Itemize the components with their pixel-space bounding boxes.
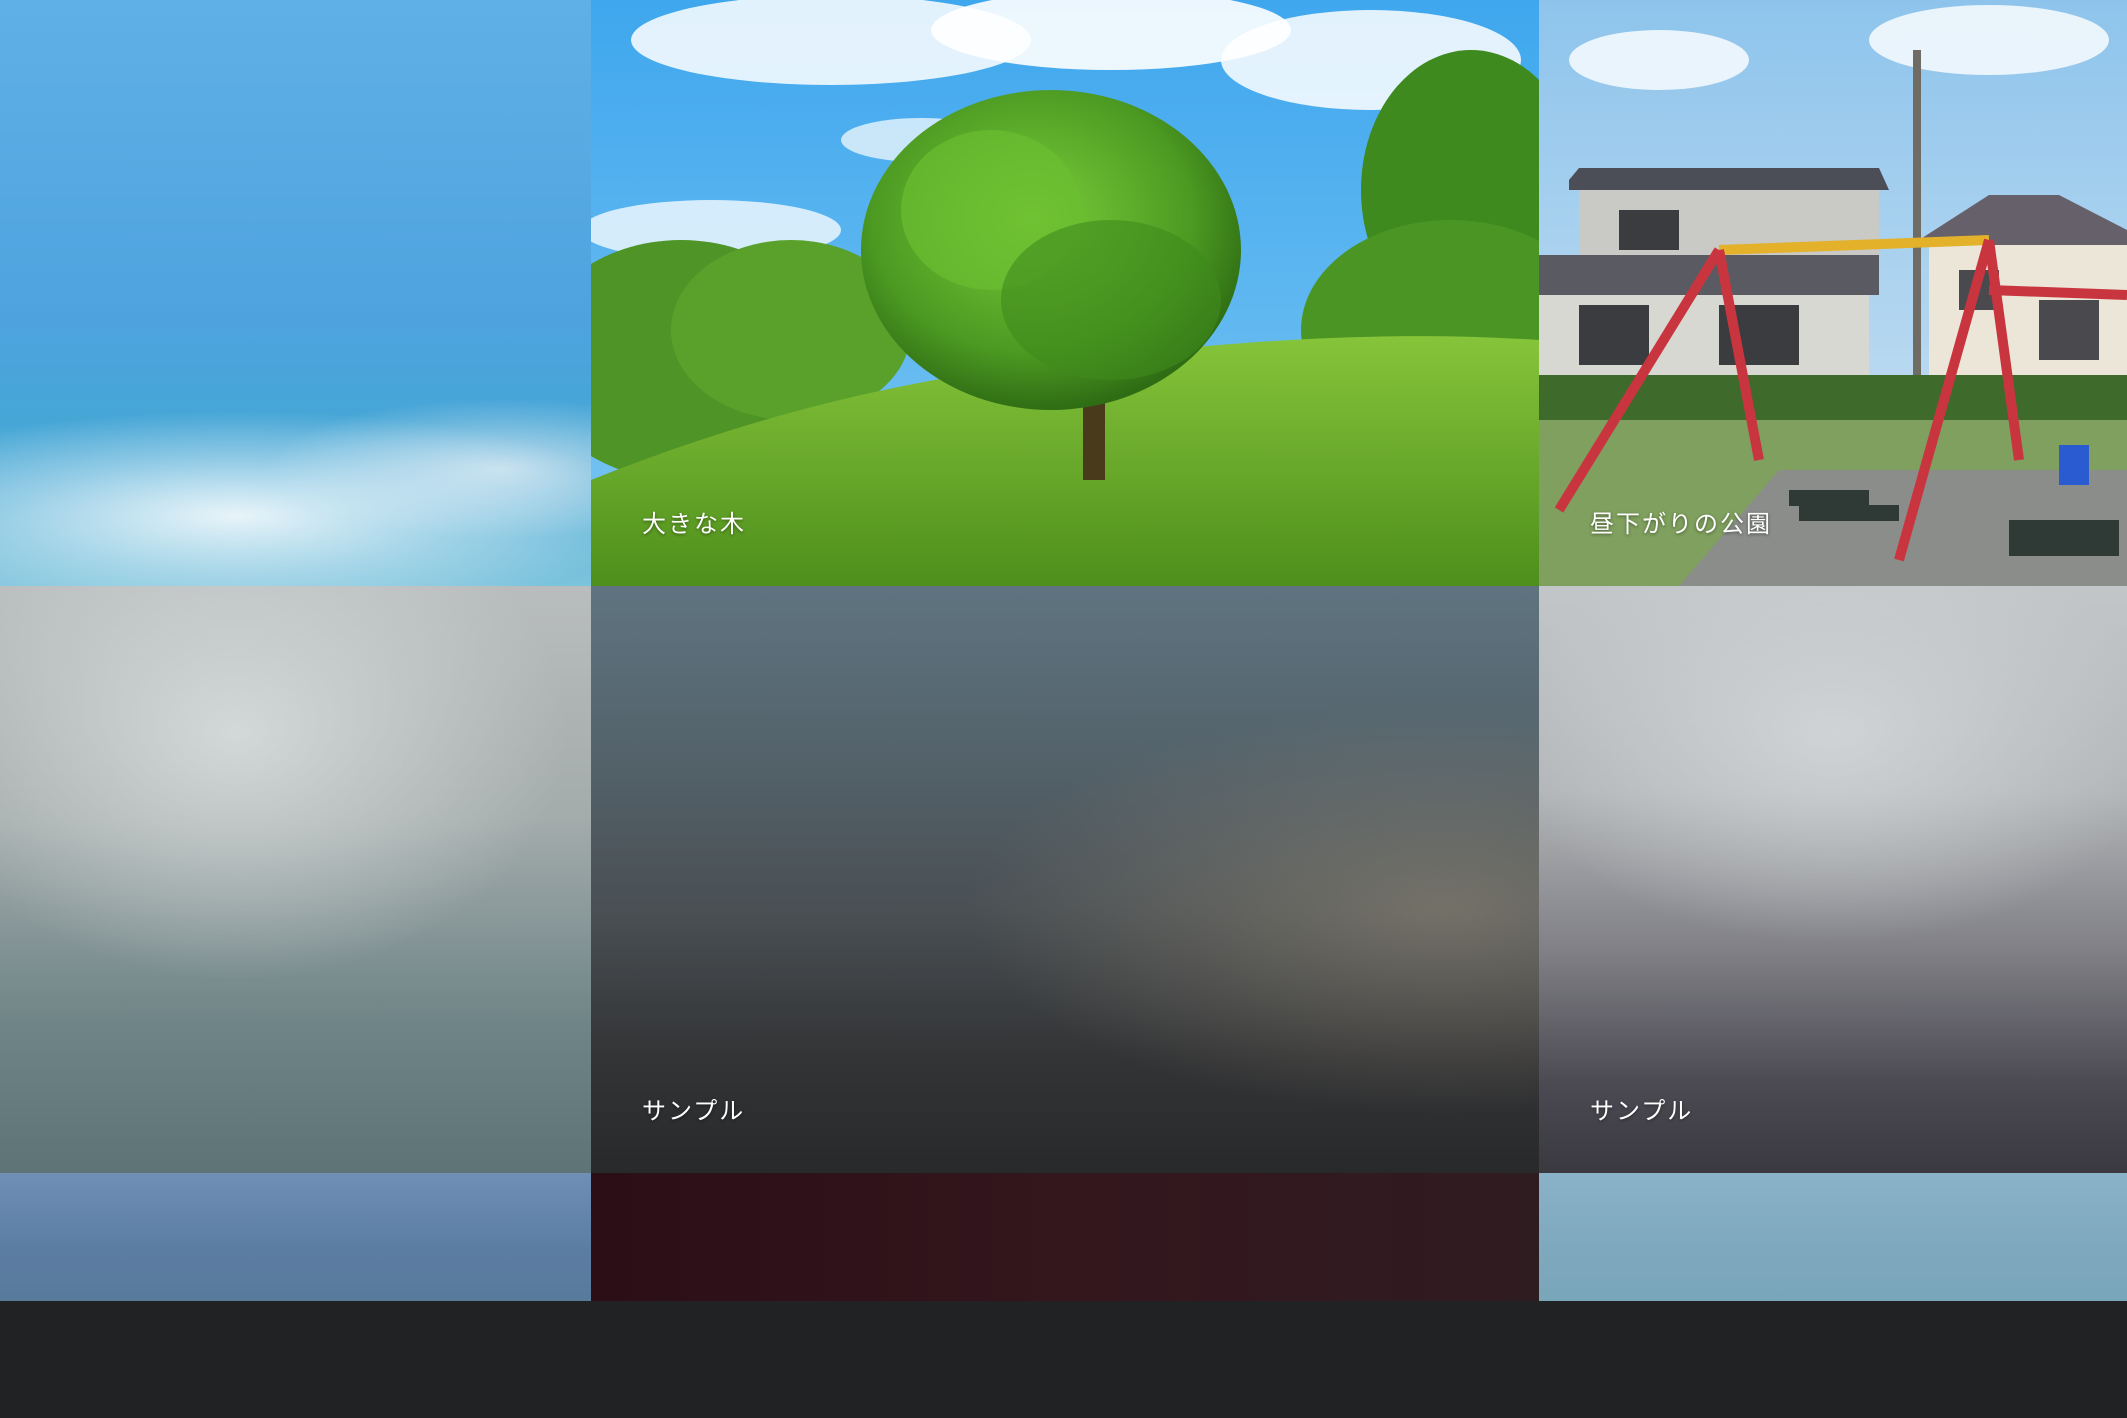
big-tree-photo bbox=[591, 0, 1539, 586]
gallery-tile-maroon[interactable] bbox=[591, 1173, 1539, 1301]
park-photo bbox=[1539, 0, 2127, 586]
gallery-tile-sky[interactable] bbox=[0, 0, 591, 586]
gallery-caption: サンプル bbox=[642, 1097, 746, 1125]
gallery-tile-blue[interactable] bbox=[0, 1173, 591, 1301]
gallery-tile-sample[interactable]: サンプル bbox=[1539, 586, 2127, 1173]
gallery-tile-gray[interactable] bbox=[0, 586, 591, 1173]
gallery-tile-big-tree[interactable]: 大きな木 bbox=[591, 0, 1539, 586]
gallery-tile-sample[interactable]: サンプル bbox=[591, 586, 1539, 1173]
gallery-caption: サンプル bbox=[1590, 1097, 1694, 1125]
gallery-tile-teal[interactable] bbox=[1539, 1173, 2127, 1301]
gallery-tile-park[interactable]: 昼下がりの公園 bbox=[1539, 0, 2127, 586]
gallery-caption: 大きな木 bbox=[642, 510, 746, 538]
gallery-page: 大きな木 昼下がりの公園 サンプル サンプル bbox=[0, 0, 2127, 1418]
gallery-caption: 昼下がりの公園 bbox=[1590, 510, 1772, 538]
